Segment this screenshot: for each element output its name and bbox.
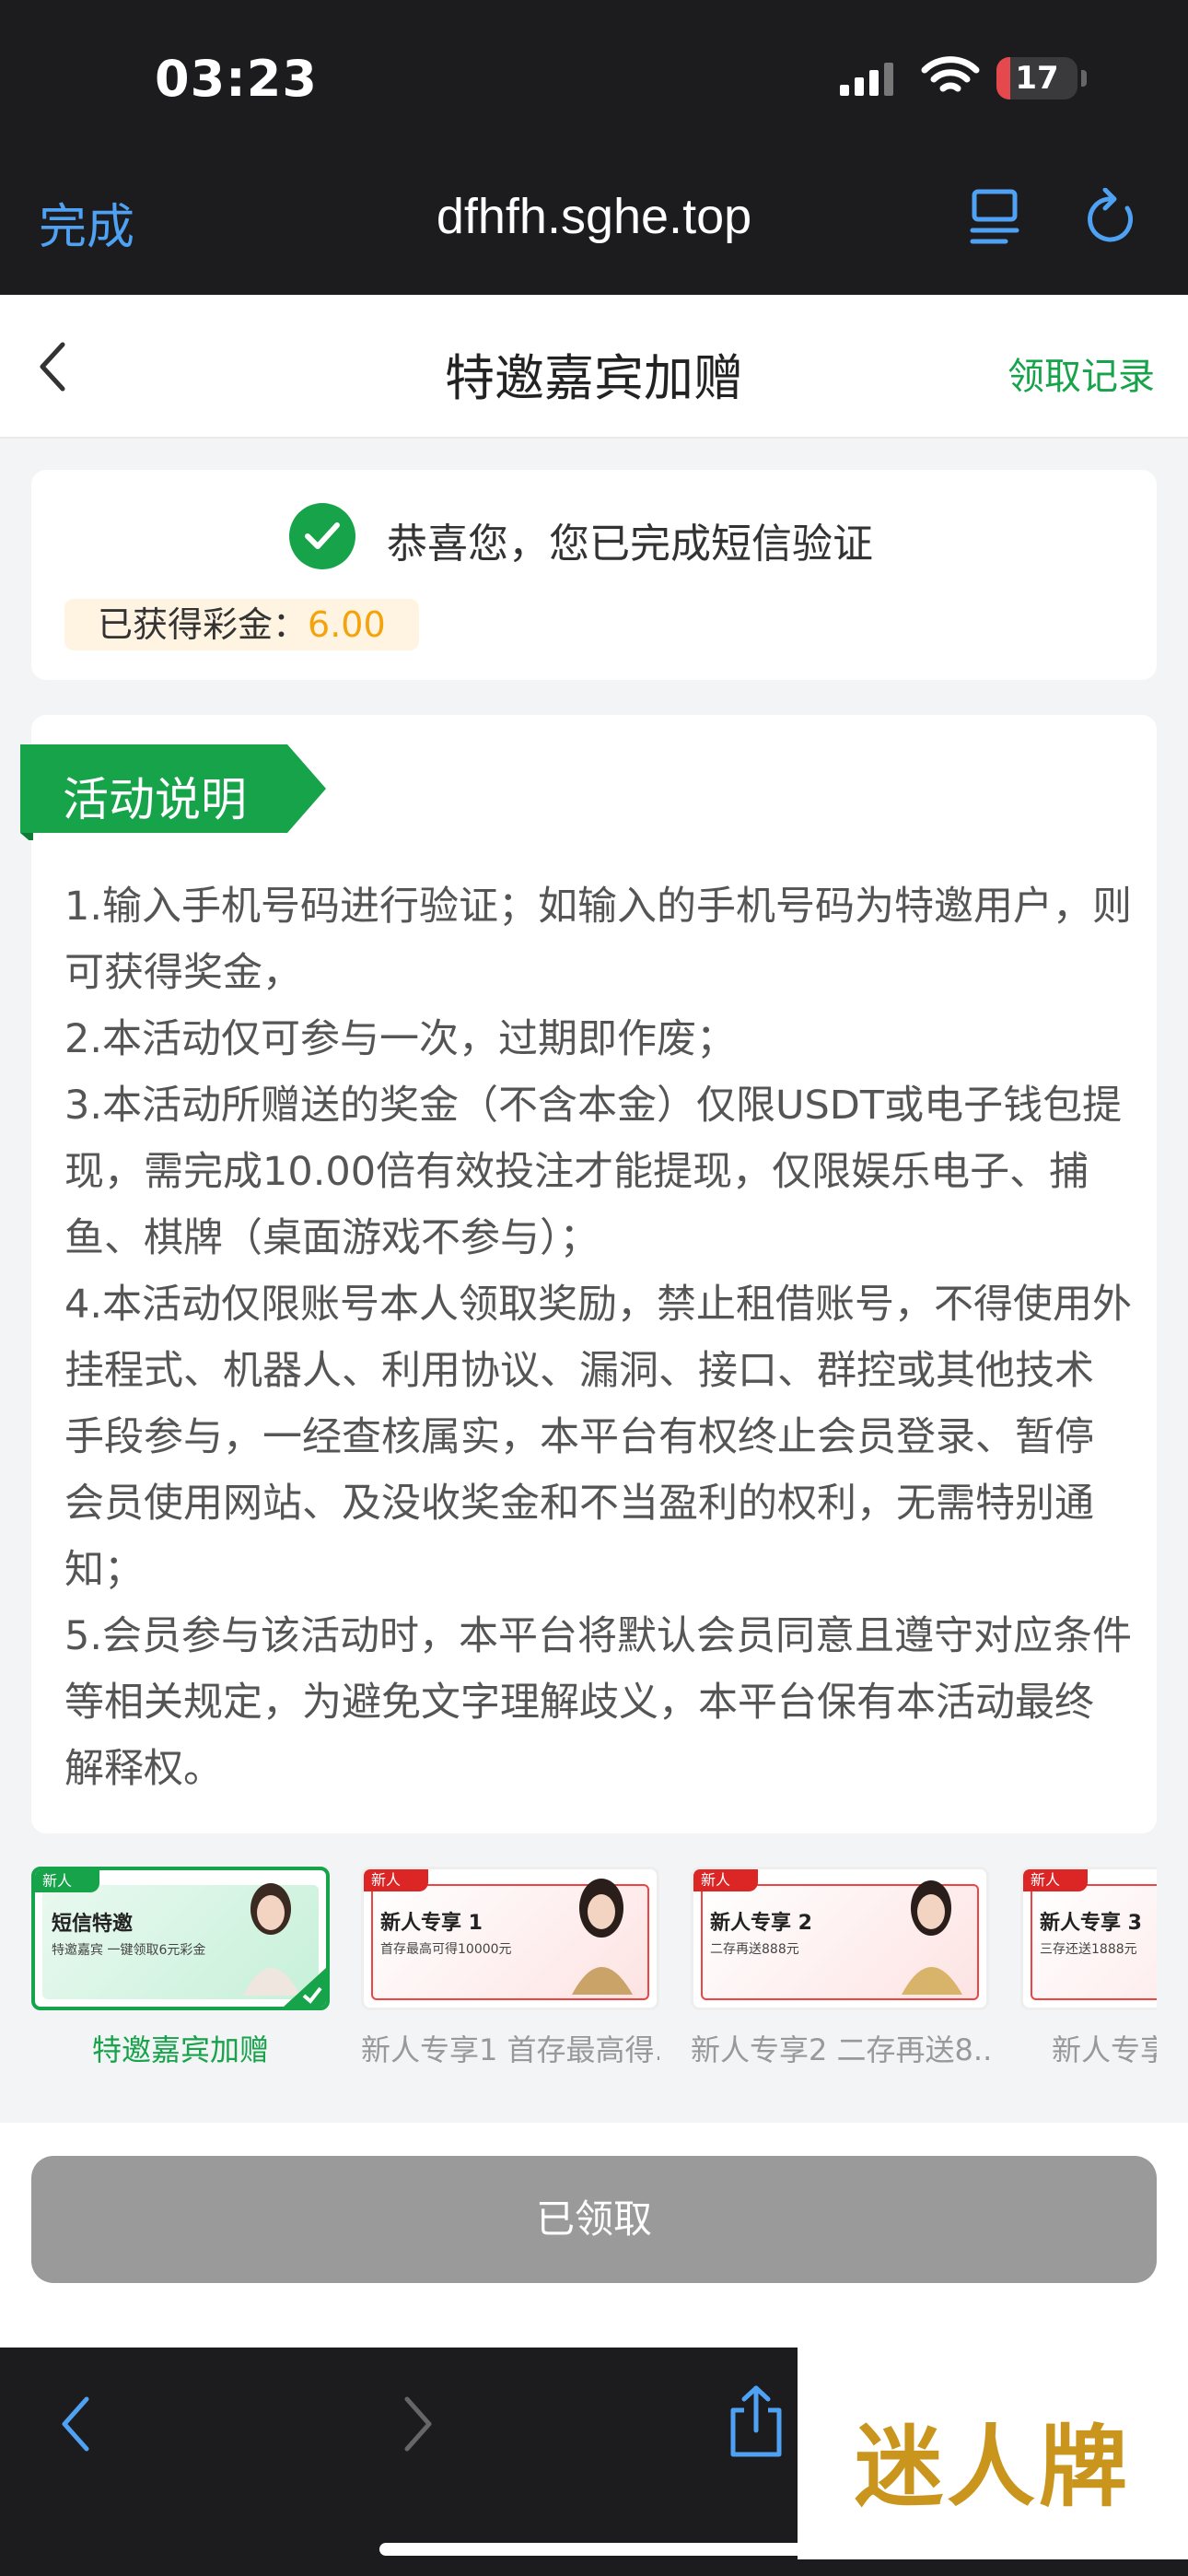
brand-logo-text: 迷人牌 xyxy=(855,2415,1131,2519)
promo-carousel: 新人 短信特邀 特邀嘉宾 一键领取6元彩金 特邀嘉宾加赠 新人 新人专享 1 首… xyxy=(31,1867,1157,2078)
rule-item: 2.本活动仅可参与一次，过期即作废； xyxy=(64,1016,737,1062)
wifi-icon xyxy=(921,56,980,92)
bonus-badge: 已获得彩金：6.00 xyxy=(64,599,419,650)
promo-title: 新人专享 2 xyxy=(710,1912,812,1935)
battery-cap xyxy=(1081,70,1087,87)
battery-percent: 17 xyxy=(1015,60,1059,97)
rule-item: 5.会员参与该活动时，本平台将默认会员同意且遵守对应条件等相关规定，为避免文字理… xyxy=(64,1613,1133,1792)
promo-tag: 新人 xyxy=(35,1870,99,1892)
promo-subtitle: 三存还送1888元 xyxy=(1040,1942,1137,1957)
bonus-label: 已获得彩金： xyxy=(98,604,309,645)
promo-card-newbie-3[interactable]: 新人 新人专享 3 三存还送1888元 新人专享3 xyxy=(1020,1867,1157,2069)
reload-icon[interactable] xyxy=(1083,188,1138,247)
promo-thumbnail: 新人 短信特邀 特邀嘉宾 一键领取6元彩金 xyxy=(31,1867,330,2010)
verification-card: 恭喜您，您已完成短信验证 已获得彩金：6.00 xyxy=(31,470,1157,680)
status-time: 03:23 xyxy=(155,50,318,108)
home-indicator xyxy=(379,2543,809,2556)
browser-forward-icon[interactable] xyxy=(400,2394,437,2454)
verification-message: 恭喜您，您已完成短信验证 xyxy=(387,521,873,568)
battery-indicator: 17 xyxy=(996,57,1077,100)
promo-tag: 新人 xyxy=(693,1869,758,1891)
rule-item: 4.本活动仅限账号本人领取奖励，禁止租借账号，不得使用外挂程式、机器人、利用协议… xyxy=(64,1282,1133,1593)
bonus-value: 6.00 xyxy=(308,604,386,645)
promo-caption: 新人专享3 xyxy=(1052,2032,1157,2067)
reader-list-icon[interactable] xyxy=(969,188,1020,247)
promo-tag: 新人 xyxy=(1023,1869,1088,1891)
promo-card-sms-invite[interactable]: 新人 短信特邀 特邀嘉宾 一键领取6元彩金 特邀嘉宾加赠 xyxy=(31,1867,330,2069)
model-image-icon xyxy=(572,1879,633,1995)
promo-title: 短信特邀 xyxy=(52,1913,134,1936)
cellular-signal-icon xyxy=(840,63,893,96)
selected-check-icon xyxy=(284,1968,326,2007)
promo-tag: 新人 xyxy=(364,1869,428,1891)
browser-back-icon[interactable] xyxy=(57,2394,94,2454)
promo-title: 新人专享 3 xyxy=(1040,1912,1142,1935)
brand-logo: 迷人牌 xyxy=(798,2348,1188,2559)
promo-subtitle: 首存最高可得10000元 xyxy=(380,1942,512,1957)
promo-thumbnail: 新人 新人专享 2 二存再送888元 xyxy=(691,1867,989,2010)
claimed-button[interactable]: 已领取 xyxy=(31,2156,1157,2283)
activity-rules: 1.输入手机号码进行验证；如输入的手机号码为特邀用户，则可获得奖金， 2.本活动… xyxy=(64,873,1133,1802)
activity-ribbon: 活动说明 xyxy=(20,744,326,840)
share-icon[interactable] xyxy=(724,2384,788,2458)
promo-thumbnail: 新人 新人专享 3 三存还送1888元 xyxy=(1020,1867,1157,2010)
promo-subtitle: 特邀嘉宾 一键领取6元彩金 xyxy=(52,1943,206,1958)
promo-thumbnail: 新人 新人专享 1 首存最高可得10000元 xyxy=(361,1867,659,2010)
promo-subtitle: 二存再送888元 xyxy=(710,1942,799,1957)
browser-toolbar: 迷人牌 xyxy=(0,2348,1188,2576)
rule-item: 3.本活动所赠送的奖金（不含本金）仅限USDT或电子钱包提现，需完成10.00倍… xyxy=(64,1083,1123,1261)
promo-caption: 特邀嘉宾加赠 xyxy=(91,2032,269,2067)
promo-caption: 新人专享1 首存最高得... xyxy=(361,2032,659,2067)
activity-description-card: 活动说明 1.输入手机号码进行验证；如输入的手机号码为特邀用户，则可获得奖金， … xyxy=(20,715,1157,1833)
rule-item: 1.输入手机号码进行验证；如输入的手机号码为特邀用户，则可获得奖金， xyxy=(64,884,1133,996)
promo-card-newbie-2[interactable]: 新人 新人专享 2 二存再送888元 新人专享2 二存再送8... xyxy=(691,1867,989,2069)
claim-area: 已领取 xyxy=(0,2123,1188,2348)
claim-records-link[interactable]: 领取记录 xyxy=(1007,346,1155,400)
activity-ribbon-label: 活动说明 xyxy=(63,773,247,826)
promo-title: 新人专享 1 xyxy=(380,1912,483,1935)
success-check-icon xyxy=(289,503,355,569)
promo-caption: 新人专享2 二存再送8... xyxy=(691,2032,989,2067)
promo-card-newbie-1[interactable]: 新人 新人专享 1 首存最高可得10000元 新人专享1 首存最高得... xyxy=(361,1867,659,2069)
page-header: 特邀嘉宾加赠 领取记录 xyxy=(0,295,1188,439)
model-image-icon xyxy=(902,1880,962,1995)
browser-bar: 完成 dfhfh.sghe.top xyxy=(0,157,1188,295)
status-bar: 03:23 17 xyxy=(0,0,1188,157)
